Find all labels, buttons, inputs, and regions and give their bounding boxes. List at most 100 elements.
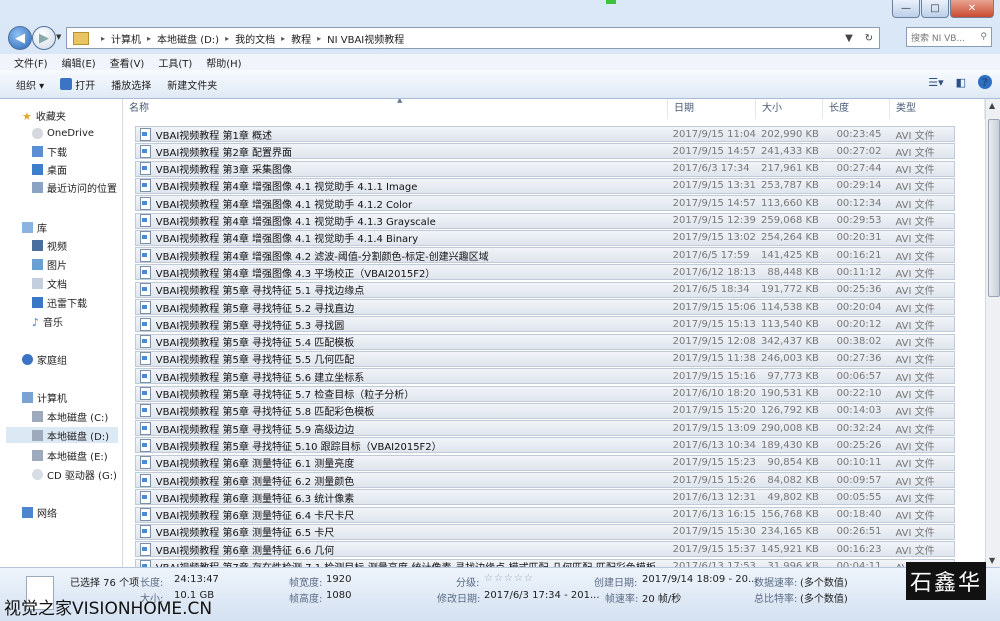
table-row[interactable]: VBAI视频教程 第4章 增强图像 4.2 滤波-阈值-分割颜色-标定-创建兴趣… xyxy=(135,247,955,264)
table-row[interactable]: VBAI视频教程 第4章 增强图像 4.1 视觉助手 4.1.4 Binary 2… xyxy=(135,229,955,246)
table-row[interactable]: VBAI视频教程 第5章 寻找特征 5.3 寻找圆 2017/9/15 15:13… xyxy=(135,316,955,333)
nav-thunder[interactable]: 迅雷下载 xyxy=(32,294,87,310)
table-row[interactable]: VBAI视频教程 第5章 寻找特征 5.4 匹配模板 2017/9/15 12:0… xyxy=(135,333,955,350)
crumb-current-folder[interactable]: NI VBAI视频教程 xyxy=(327,31,404,46)
nav-downloads[interactable]: 下载 xyxy=(32,143,67,159)
menu-tools[interactable]: 工具(T) xyxy=(158,55,192,70)
nav-network[interactable]: 网络 xyxy=(22,504,57,520)
table-row[interactable]: VBAI视频教程 第5章 寻找特征 5.9 高级边边 2017/9/15 13:0… xyxy=(135,420,955,437)
table-row[interactable]: VBAI视频教程 第6章 测量特征 6.4 卡尺卡尺 2017/6/13 16:1… xyxy=(135,506,955,523)
frame-rate-label: 帧速率: xyxy=(605,594,639,605)
file-length: 00:16:23 xyxy=(836,543,882,555)
crumb-my-documents[interactable]: 我的文档 xyxy=(235,31,275,46)
menu-view[interactable]: 查看(V) xyxy=(110,55,145,70)
column-type[interactable]: 类型 xyxy=(890,99,985,119)
search-input[interactable]: 搜索 NI VB... ⚲ xyxy=(906,27,992,47)
play-selection-button[interactable]: 播放选择 xyxy=(111,77,151,92)
file-name: VBAI视频教程 第6章 测量特征 6.6 几何 xyxy=(155,545,335,557)
table-row[interactable]: VBAI视频教程 第4章 增强图像 4.1 视觉助手 4.1.2 Color 20… xyxy=(135,195,955,212)
table-row[interactable]: VBAI视频教程 第5章 寻找特征 5.2 寻找直边 2017/9/15 15:0… xyxy=(135,299,955,315)
nav-homegroup[interactable]: 家庭组 xyxy=(22,351,67,367)
table-row[interactable]: VBAI视频教程 第5章 寻找特征 5.6 建立坐标系 2017/9/15 15:… xyxy=(135,368,955,385)
open-button[interactable]: 打开 xyxy=(60,77,95,92)
table-row[interactable]: VBAI视频教程 第5章 寻找特征 5.1 寻找边缘点 2017/6/5 18:3… xyxy=(135,281,955,298)
video-file-icon xyxy=(140,162,151,176)
play-selection-label: 播放选择 xyxy=(111,80,152,92)
forward-button[interactable]: ▶ xyxy=(32,26,56,50)
table-row[interactable]: VBAI视频教程 第3章 采集图像 2017/6/3 17:34 217,961 K… xyxy=(135,160,955,177)
nav-music[interactable]: ♪ 音乐 xyxy=(32,313,63,329)
crumb-computer[interactable]: 计算机 xyxy=(111,31,141,46)
column-length[interactable]: 长度 xyxy=(823,99,890,119)
scroll-up-icon[interactable]: ▲ xyxy=(989,101,995,110)
refresh-icon[interactable]: ↻ xyxy=(859,33,879,44)
nav-drive-g[interactable]: CD 驱动器 (G:) xyxy=(32,466,117,482)
table-row[interactable]: VBAI视频教程 第6章 测量特征 6.3 统计像素 2017/6/13 12:3… xyxy=(135,489,955,506)
scroll-down-icon[interactable]: ▼ xyxy=(989,556,995,565)
table-row[interactable]: VBAI视频教程 第7章 存在性检测 7.1 检测目标-测量亮度-统计像素-寻找… xyxy=(135,558,955,567)
nav-recent[interactable]: 最近访问的位置 xyxy=(32,179,117,195)
table-row[interactable]: VBAI视频教程 第5章 寻找特征 5.8 匹配彩色模板 2017/9/15 15… xyxy=(135,402,955,419)
nav-documents[interactable]: 文档 xyxy=(32,275,67,291)
file-length: 00:09:57 xyxy=(836,474,882,486)
table-row[interactable]: VBAI视频教程 第6章 测量特征 6.1 测量亮度 2017/9/15 15:2… xyxy=(135,454,955,471)
file-name: VBAI视频教程 第4章 增强图像 4.1 视觉助手 4.1.1 Image xyxy=(155,182,418,194)
nav-drive-c[interactable]: 本地磁盘 (C:) xyxy=(32,408,108,424)
table-row[interactable]: VBAI视频教程 第4章 增强图像 4.1 视觉助手 4.1.1 Image 20… xyxy=(135,177,955,194)
new-folder-button[interactable]: 新建文件夹 xyxy=(167,77,217,92)
table-row[interactable]: VBAI视频教程 第5章 寻找特征 5.10 跟踪目标（VBAI2015F2） 2… xyxy=(135,437,955,454)
nav-drive-d[interactable]: 本地磁盘 (D:) xyxy=(6,427,118,443)
organize-button[interactable]: 组织 ▾ xyxy=(16,77,44,92)
table-row[interactable]: VBAI视频教程 第6章 测量特征 6.5 卡尺 2017/9/15 15:30 2… xyxy=(135,523,955,540)
watermark-visionhome: 视觉之家VISIONHOME.CN xyxy=(4,599,213,619)
column-date[interactable]: 日期 xyxy=(668,99,756,119)
menu-file[interactable]: 文件(F) xyxy=(14,55,48,70)
nav-favorites[interactable]: ★ 收藏夹 xyxy=(22,107,66,123)
maximize-button[interactable]: □ xyxy=(921,0,949,18)
open-label: 打开 xyxy=(75,80,96,92)
table-row[interactable]: VBAI视频教程 第4章 增强图像 4.3 平场校正（VBAI2015F2） 20… xyxy=(135,264,955,281)
table-row[interactable]: VBAI视频教程 第4章 增强图像 4.1 视觉助手 4.1.3 Graysca… xyxy=(135,212,955,229)
column-size[interactable]: 大小 xyxy=(756,99,823,119)
nav-desktop[interactable]: 桌面 xyxy=(32,161,67,177)
file-length: 00:27:36 xyxy=(836,353,882,365)
nav-pictures[interactable]: 图片 xyxy=(32,256,67,272)
table-row[interactable]: VBAI视频教程 第6章 测量特征 6.6 几何 2017/9/15 15:37 1… xyxy=(135,541,955,558)
nav-drive-g-label: CD 驱动器 (G:) xyxy=(47,470,117,482)
preview-pane-icon[interactable]: ◧ xyxy=(956,76,966,89)
nav-drive-e[interactable]: 本地磁盘 (E:) xyxy=(32,447,108,463)
crumb-drive-d[interactable]: 本地磁盘 (D:) xyxy=(157,31,219,46)
video-file-icon xyxy=(140,369,151,383)
file-type: AVI 文件 xyxy=(895,338,935,350)
nav-network-label: 网络 xyxy=(37,508,57,520)
scrollbar-thumb[interactable] xyxy=(988,119,1000,297)
nav-libraries[interactable]: 库 xyxy=(22,219,47,235)
crumb-tutorials[interactable]: 教程 xyxy=(291,31,311,46)
column-name[interactable]: 名称 xyxy=(123,99,668,119)
view-options-icon[interactable]: ☰▾ xyxy=(928,76,943,89)
address-bar[interactable]: ▸ 计算机 ▸ 本地磁盘 (D:) ▸ 我的文档 ▸ 教程 ▸ NI VBAI视… xyxy=(66,27,880,49)
nav-computer[interactable]: 计算机 xyxy=(22,389,67,405)
close-button[interactable]: ✕ xyxy=(950,0,994,18)
minimize-button[interactable]: — xyxy=(892,0,920,18)
menu-edit[interactable]: 编辑(E) xyxy=(62,55,96,70)
rating-stars-icon[interactable]: ☆☆☆☆☆ xyxy=(484,573,534,584)
nav-videos[interactable]: 视频 xyxy=(32,237,67,253)
table-row[interactable]: VBAI视频教程 第2章 配置界面 2017/9/15 14:57 241,433 … xyxy=(135,143,955,160)
file-date: 2017/6/13 10:34 xyxy=(672,439,756,451)
history-dropdown-icon[interactable]: ▼ xyxy=(56,33,61,41)
file-length: 00:05:55 xyxy=(836,491,882,503)
nav-onedrive[interactable]: OneDrive xyxy=(32,125,94,141)
file-type: AVI 文件 xyxy=(895,320,935,332)
table-row[interactable]: VBAI视频教程 第6章 测量特征 6.2 测量颜色 2017/9/15 15:2… xyxy=(135,472,955,488)
menu-help[interactable]: 帮助(H) xyxy=(206,55,241,70)
table-row[interactable]: VBAI视频教程 第5章 寻找特征 5.7 检查目标（粒子分析） 2017/6/1… xyxy=(135,385,955,402)
frame-width-label: 帧宽度: xyxy=(289,578,323,589)
help-icon[interactable]: ? xyxy=(978,75,992,89)
address-dropdown-icon[interactable]: ▼ xyxy=(839,33,859,44)
table-row[interactable]: VBAI视频教程 第5章 寻找特征 5.5 几何匹配 2017/9/15 11:3… xyxy=(135,350,955,367)
back-button[interactable]: ◀ xyxy=(8,26,32,50)
vertical-scrollbar[interactable]: ▲ ▼ xyxy=(985,99,1000,567)
table-row[interactable]: VBAI视频教程 第1章 概述 2017/9/15 11:04 202,990 KB… xyxy=(135,126,955,142)
file-name: VBAI视频教程 第6章 测量特征 6.3 统计像素 xyxy=(155,493,355,505)
